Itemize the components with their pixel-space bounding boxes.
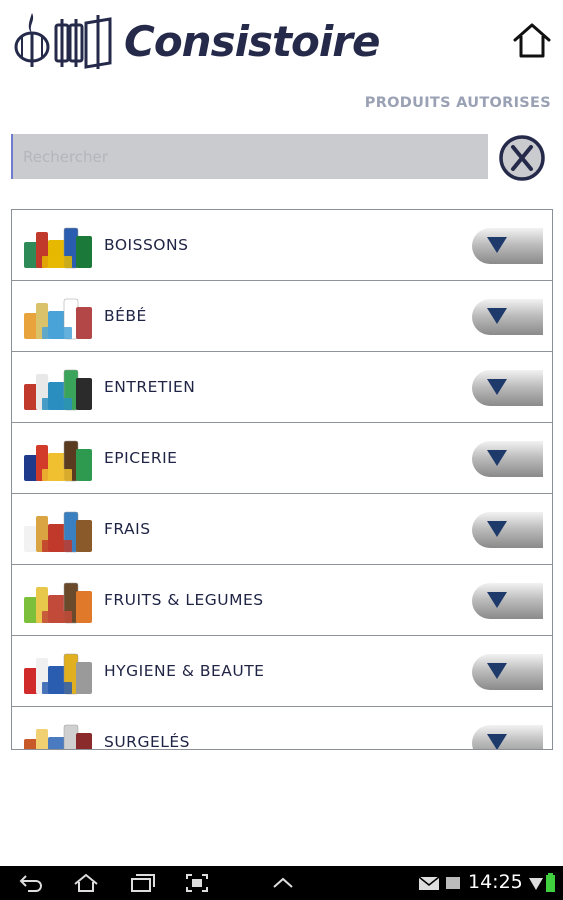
category-row[interactable]: SURGELÉS bbox=[12, 707, 552, 750]
chevron-down-icon[interactable] bbox=[471, 653, 543, 691]
recent-apps-icon[interactable] bbox=[128, 872, 156, 894]
category-label: BOISSONS bbox=[104, 236, 189, 254]
menu-up-icon[interactable] bbox=[270, 872, 296, 894]
logo-emblem-icon bbox=[14, 13, 112, 69]
category-row[interactable]: BOISSONS bbox=[12, 210, 552, 281]
search-input[interactable] bbox=[11, 134, 488, 179]
category-row[interactable]: HYGIENE & BEAUTE bbox=[12, 636, 552, 707]
baby-thumbnail bbox=[24, 298, 92, 340]
chevron-down-icon[interactable] bbox=[471, 440, 543, 478]
mail-icon bbox=[418, 876, 440, 890]
notification-icon bbox=[446, 877, 460, 889]
app-header: Consistoire bbox=[0, 0, 563, 88]
wifi-icon bbox=[529, 878, 543, 890]
consistoire-logo: Consistoire bbox=[12, 10, 380, 72]
chevron-down-icon[interactable] bbox=[471, 724, 543, 750]
produce-thumbnail bbox=[24, 582, 92, 624]
category-label: FRAIS bbox=[104, 520, 151, 538]
fresh-thumbnail bbox=[24, 511, 92, 553]
battery-icon bbox=[546, 873, 555, 892]
home-icon[interactable] bbox=[72, 872, 100, 894]
screenshot-icon[interactable] bbox=[184, 872, 210, 894]
category-row[interactable]: FRAIS bbox=[12, 494, 552, 565]
category-label: ENTRETIEN bbox=[104, 378, 196, 396]
category-label: SURGELÉS bbox=[104, 733, 191, 750]
category-label: HYGIENE & BEAUTE bbox=[104, 662, 265, 680]
grocery-thumbnail bbox=[24, 440, 92, 482]
category-label: EPICERIE bbox=[104, 449, 178, 467]
chevron-down-icon[interactable] bbox=[471, 511, 543, 549]
chevron-down-icon[interactable] bbox=[471, 298, 543, 336]
section-title: PRODUITS AUTORISES bbox=[364, 95, 551, 111]
close-icon[interactable] bbox=[498, 134, 546, 182]
category-row[interactable]: EPICERIE bbox=[12, 423, 552, 494]
category-label: FRUITS & LEGUMES bbox=[104, 591, 264, 609]
chevron-down-icon[interactable] bbox=[471, 369, 543, 407]
chevron-down-icon[interactable] bbox=[471, 582, 543, 620]
app-title: Consistoire bbox=[124, 16, 380, 66]
chevron-down-icon[interactable] bbox=[471, 227, 543, 265]
system-navigation-bar: 14:25 bbox=[0, 866, 563, 900]
cleaning-thumbnail bbox=[24, 369, 92, 411]
category-row[interactable]: BÉBÉ bbox=[12, 281, 552, 352]
category-row[interactable]: ENTRETIEN bbox=[12, 352, 552, 423]
category-row[interactable]: FRUITS & LEGUMES bbox=[12, 565, 552, 636]
drinks-thumbnail bbox=[24, 227, 92, 269]
clock: 14:25 bbox=[468, 871, 523, 893]
home-icon[interactable] bbox=[510, 20, 554, 60]
category-list[interactable]: BOISSONS BÉBÉ ENTRETIEN EPICERIE FRAIS F… bbox=[11, 209, 553, 750]
hygiene-thumbnail bbox=[24, 653, 92, 695]
frozen-thumbnail bbox=[24, 724, 92, 749]
category-label: BÉBÉ bbox=[104, 307, 147, 325]
back-icon[interactable] bbox=[18, 872, 44, 894]
